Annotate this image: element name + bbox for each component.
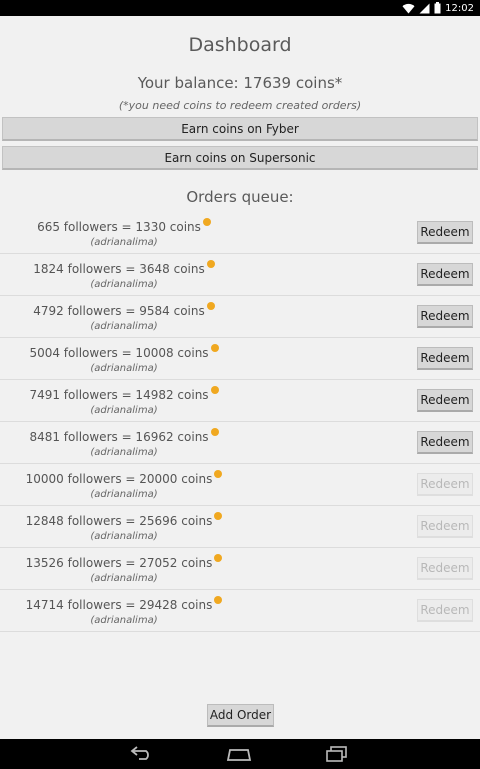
table-row: 7491 followers = 14982 coins (adrianalim…	[0, 380, 480, 422]
coin-icon	[206, 260, 215, 268]
table-row: 665 followers = 1330 coins (adrianalima)…	[0, 212, 480, 254]
table-row: 12848 followers = 25696 coins (adrianali…	[0, 506, 480, 548]
earn-supersonic-button[interactable]: Earn coins on Supersonic	[2, 146, 478, 170]
order-username: (adrianalima)	[90, 279, 158, 290]
balance-text: Your balance: 17639 coins*	[137, 74, 343, 92]
order-summary: 14714 followers = 29428 coins	[25, 598, 213, 612]
coin-icon	[214, 470, 223, 478]
order-info: 14714 followers = 29428 coins (adrianali…	[14, 594, 234, 626]
orders-list: 665 followers = 1330 coins (adrianalima)…	[0, 212, 480, 632]
order-summary: 10000 followers = 20000 coins	[25, 472, 213, 486]
redeem-button-disabled: Redeem	[417, 473, 473, 496]
table-row: 13526 followers = 27052 coins (adrianali…	[0, 548, 480, 590]
coin-icon	[202, 218, 211, 226]
order-summary: 5004 followers = 10008 coins	[29, 346, 209, 360]
order-summary: 12848 followers = 25696 coins	[25, 514, 213, 528]
coin-icon	[214, 554, 223, 562]
order-info: 13526 followers = 27052 coins (adrianali…	[14, 552, 234, 584]
order-username: (adrianalima)	[90, 447, 158, 458]
redeem-button[interactable]: Redeem	[417, 263, 473, 286]
add-order-button[interactable]: Add Order	[207, 704, 274, 727]
order-username: (adrianalima)	[90, 321, 158, 332]
order-username: (adrianalima)	[90, 237, 158, 248]
wifi-icon	[402, 0, 415, 18]
redeem-button[interactable]: Redeem	[417, 221, 473, 244]
order-summary: 8481 followers = 16962 coins	[29, 430, 209, 444]
navigation-bar	[0, 739, 480, 769]
home-icon[interactable]	[226, 747, 252, 766]
order-summary: 7491 followers = 14982 coins	[29, 388, 209, 402]
order-username: (adrianalima)	[90, 531, 158, 542]
redeem-button-disabled: Redeem	[417, 515, 473, 538]
coin-icon	[214, 596, 223, 604]
earn-fyber-button[interactable]: Earn coins on Fyber	[2, 117, 478, 141]
order-info: 5004 followers = 10008 coins (adrianalim…	[14, 342, 234, 374]
table-row: 14714 followers = 29428 coins (adrianali…	[0, 590, 480, 632]
redeem-button[interactable]: Redeem	[417, 431, 473, 454]
order-info: 12848 followers = 25696 coins (adrianali…	[14, 510, 234, 542]
table-row: 10000 followers = 20000 coins (adrianali…	[0, 464, 480, 506]
order-info: 665 followers = 1330 coins (adrianalima)	[14, 216, 234, 248]
orders-queue-title: Orders queue:	[186, 188, 294, 206]
order-username: (adrianalima)	[90, 489, 158, 500]
coin-icon	[210, 428, 219, 436]
order-summary: 4792 followers = 9584 coins	[33, 304, 205, 318]
dashboard-screen: Dashboard Your balance: 17639 coins* (*y…	[0, 16, 480, 739]
redeem-button[interactable]: Redeem	[417, 305, 473, 328]
order-info: 1824 followers = 3648 coins (adrianalima…	[14, 258, 234, 290]
recents-icon[interactable]	[326, 746, 348, 766]
order-info: 8481 followers = 16962 coins (adrianalim…	[14, 426, 234, 458]
order-summary: 1824 followers = 3648 coins	[33, 262, 205, 276]
page-title: Dashboard	[188, 34, 292, 56]
order-username: (adrianalima)	[90, 405, 158, 416]
table-row: 1824 followers = 3648 coins (adrianalima…	[0, 254, 480, 296]
order-username: (adrianalima)	[90, 615, 158, 626]
order-summary: 665 followers = 1330 coins	[37, 220, 201, 234]
order-info: 4792 followers = 9584 coins (adrianalima…	[14, 300, 234, 332]
redeem-button-disabled: Redeem	[417, 599, 473, 622]
table-row: 8481 followers = 16962 coins (adrianalim…	[0, 422, 480, 464]
coin-icon	[214, 512, 223, 520]
order-info: 10000 followers = 20000 coins (adrianali…	[14, 468, 234, 500]
status-bar: 12:02	[0, 0, 480, 16]
coin-icon	[206, 302, 215, 310]
coin-icon	[210, 344, 219, 352]
status-icons: 12:02	[402, 1, 474, 15]
balance-note: (*you need coins to redeem created order…	[118, 99, 362, 112]
order-summary: 13526 followers = 27052 coins	[25, 556, 213, 570]
battery-icon	[434, 0, 441, 18]
redeem-button-disabled: Redeem	[417, 557, 473, 580]
order-info: 7491 followers = 14982 coins (adrianalim…	[14, 384, 234, 416]
table-row: 4792 followers = 9584 coins (adrianalima…	[0, 296, 480, 338]
redeem-button[interactable]: Redeem	[417, 347, 473, 370]
order-username: (adrianalima)	[90, 363, 158, 374]
order-username: (adrianalima)	[90, 573, 158, 584]
redeem-button[interactable]: Redeem	[417, 389, 473, 412]
status-time: 12:02	[445, 2, 474, 14]
back-icon[interactable]	[130, 745, 154, 765]
coin-icon	[210, 386, 219, 394]
signal-icon	[419, 0, 430, 18]
table-row: 5004 followers = 10008 coins (adrianalim…	[0, 338, 480, 380]
